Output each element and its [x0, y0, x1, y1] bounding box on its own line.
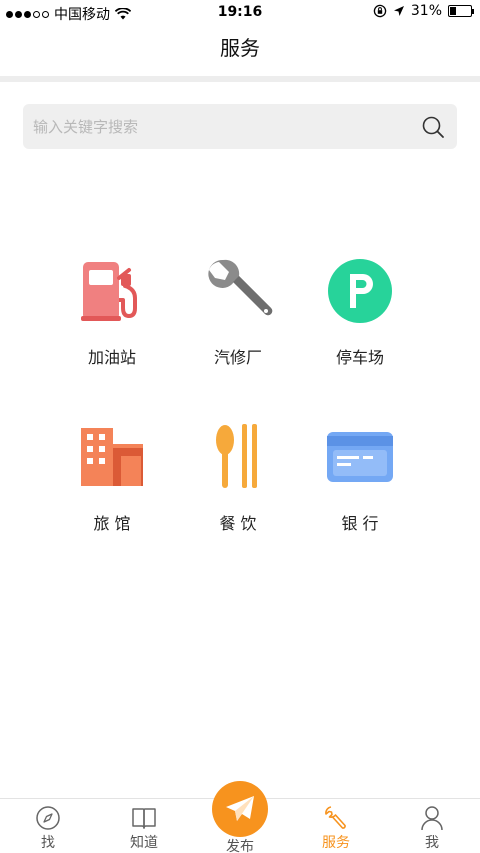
tab-know[interactable]: 知道: [96, 799, 192, 853]
parking-icon: [328, 259, 392, 323]
service-label: 旅 馆: [93, 514, 131, 533]
tab-label: 知道: [130, 835, 158, 851]
tab-label: 我: [425, 835, 439, 851]
service-auto-repair[interactable]: 汽修厂: [178, 256, 298, 368]
gas-station-icon: [81, 262, 137, 321]
service-label: 汽修厂: [213, 348, 262, 367]
battery-fill: [450, 7, 457, 15]
wrench-icon: [325, 806, 346, 829]
search-input[interactable]: [33, 104, 403, 149]
service-food[interactable]: 餐 饮: [178, 422, 298, 534]
person-icon: [421, 806, 443, 831]
page-title: 服务: [220, 36, 260, 60]
orientation-lock-icon: [373, 4, 387, 18]
service-parking[interactable]: 停车场: [300, 256, 420, 368]
compass-icon: [36, 806, 60, 830]
service-label: 停车场: [335, 348, 384, 367]
service-label: 银 行: [341, 514, 379, 533]
status-right: 31%: [373, 3, 474, 19]
tab-label: 服务: [322, 835, 350, 851]
tab-me[interactable]: 我: [384, 799, 480, 853]
book-icon: [132, 808, 156, 829]
service-label: 餐 饮: [219, 514, 257, 533]
wrench-icon: [208, 259, 273, 316]
service-gas-station[interactable]: 加油站: [52, 256, 172, 368]
tab-label: 找: [41, 835, 55, 851]
status-bar: 中国移动 19:16 31%: [0, 0, 480, 26]
service-hotel[interactable]: 旅 馆: [52, 422, 172, 534]
publish-button[interactable]: [212, 781, 268, 837]
bank-card-icon: [327, 432, 393, 482]
location-arrow-icon: [393, 6, 404, 16]
paper-plane-icon: [226, 796, 254, 821]
utensils-icon: [216, 424, 257, 488]
tab-service[interactable]: 服务: [288, 799, 384, 853]
service-label: 加油站: [87, 348, 136, 367]
service-bank[interactable]: 银 行: [300, 422, 420, 534]
battery-icon: [448, 5, 474, 17]
header-divider: [0, 76, 480, 82]
search-bar: [23, 104, 457, 149]
search-icon[interactable]: [421, 115, 445, 139]
battery-percent: 31%: [410, 3, 442, 19]
hotel-icon: [81, 428, 143, 486]
tab-label: 发布: [226, 839, 254, 853]
tab-find[interactable]: 找: [0, 799, 96, 853]
